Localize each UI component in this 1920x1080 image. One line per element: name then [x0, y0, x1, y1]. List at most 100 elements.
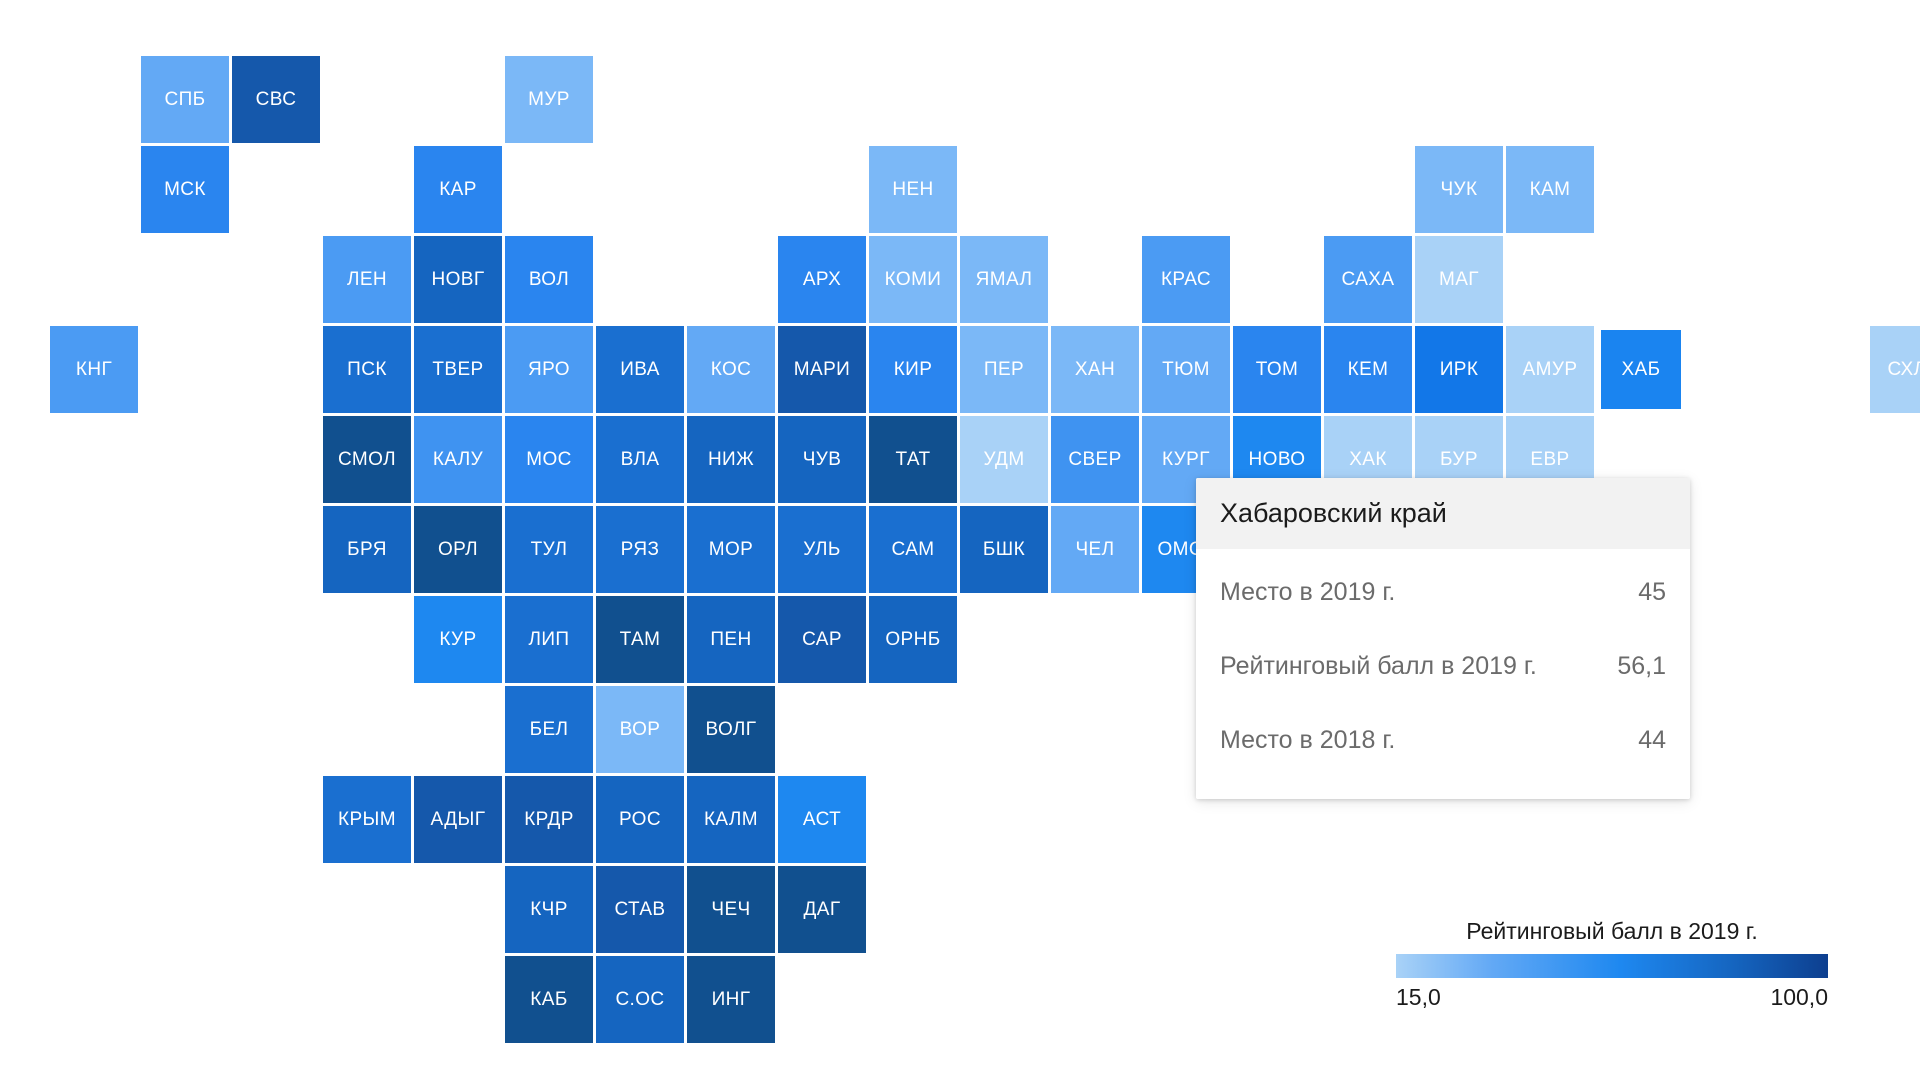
- tile-ЧУВ[interactable]: ЧУВ: [778, 416, 866, 503]
- tile-ДАГ[interactable]: ДАГ: [778, 866, 866, 953]
- tile-МАГ[interactable]: МАГ: [1415, 236, 1503, 323]
- tile-КАБ[interactable]: КАБ: [505, 956, 593, 1043]
- tile-КИР[interactable]: КИР: [869, 326, 957, 413]
- legend-max-label: 100,0: [1770, 984, 1828, 1010]
- tile-СХЛН[interactable]: СХЛН: [1870, 326, 1920, 413]
- tile-ПСК[interactable]: ПСК: [323, 326, 411, 413]
- tile-label: КАЛМ: [703, 809, 759, 830]
- tile-НОВГ[interactable]: НОВГ: [414, 236, 502, 323]
- tile-ХАН[interactable]: ХАН: [1051, 326, 1139, 413]
- tile-label: КАМ: [1529, 179, 1571, 200]
- tile-ЛЕН[interactable]: ЛЕН: [323, 236, 411, 323]
- tile-С.ОС[interactable]: С.ОС: [596, 956, 684, 1043]
- tile-ТАМ[interactable]: ТАМ: [596, 596, 684, 683]
- tile-ПЕН[interactable]: ПЕН: [687, 596, 775, 683]
- tile-СМОЛ[interactable]: СМОЛ: [323, 416, 411, 503]
- tile-РЯЗ[interactable]: РЯЗ: [596, 506, 684, 593]
- tile-ВЛА[interactable]: ВЛА: [596, 416, 684, 503]
- tile-ХАБ[interactable]: ХАБ: [1601, 330, 1681, 409]
- tile-МАРИ[interactable]: МАРИ: [778, 326, 866, 413]
- tile-label: ВОЛГ: [705, 719, 757, 740]
- tooltip-row-value: 56,1: [1617, 651, 1666, 680]
- tile-УЛЬ[interactable]: УЛЬ: [778, 506, 866, 593]
- tile-КОМИ[interactable]: КОМИ: [869, 236, 957, 323]
- tile-МОР[interactable]: МОР: [687, 506, 775, 593]
- tile-КРЫМ[interactable]: КРЫМ: [323, 776, 411, 863]
- tile-ОРЛ[interactable]: ОРЛ: [414, 506, 502, 593]
- tile-САХА[interactable]: САХА: [1324, 236, 1412, 323]
- tile-БШК[interactable]: БШК: [960, 506, 1048, 593]
- tile-ИВА[interactable]: ИВА: [596, 326, 684, 413]
- tile-КЕМ[interactable]: КЕМ: [1324, 326, 1412, 413]
- tile-МУР[interactable]: МУР: [505, 56, 593, 143]
- tile-label: УЛЬ: [803, 539, 841, 560]
- legend-min-label: 15,0: [1396, 984, 1441, 1010]
- tile-ВОЛ[interactable]: ВОЛ: [505, 236, 593, 323]
- tile-label: БШК: [982, 539, 1026, 560]
- tile-НЕН[interactable]: НЕН: [869, 146, 957, 233]
- tile-БЕЛ[interactable]: БЕЛ: [505, 686, 593, 773]
- tile-КАЛМ[interactable]: КАЛМ: [687, 776, 775, 863]
- tile-КАР[interactable]: КАР: [414, 146, 502, 233]
- tile-АСТ[interactable]: АСТ: [778, 776, 866, 863]
- tile-МОС[interactable]: МОС: [505, 416, 593, 503]
- tile-ОРНБ[interactable]: ОРНБ: [869, 596, 957, 683]
- tile-ВОЛГ[interactable]: ВОЛГ: [687, 686, 775, 773]
- tile-label: ХАН: [1074, 359, 1116, 380]
- tile-ТАТ[interactable]: ТАТ: [869, 416, 957, 503]
- tile-label: НИЖ: [707, 449, 755, 470]
- tile-ВОР[interactable]: ВОР: [596, 686, 684, 773]
- tile-АМУР[interactable]: АМУР: [1506, 326, 1594, 413]
- tile-КАЛУ[interactable]: КАЛУ: [414, 416, 502, 503]
- tile-КНГ[interactable]: КНГ: [50, 326, 138, 413]
- tile-label: ПЕН: [710, 629, 752, 650]
- tile-ЯРО[interactable]: ЯРО: [505, 326, 593, 413]
- tile-label: СВС: [255, 89, 297, 110]
- tile-НИЖ[interactable]: НИЖ: [687, 416, 775, 503]
- tile-СТАВ[interactable]: СТАВ: [596, 866, 684, 953]
- tile-label: ТАМ: [619, 629, 661, 650]
- tooltip-title: Хабаровский край: [1196, 478, 1690, 550]
- tile-label: ИВА: [620, 359, 660, 380]
- tile-ТЮМ[interactable]: ТЮМ: [1142, 326, 1230, 413]
- tile-ЧЕЛ[interactable]: ЧЕЛ: [1051, 506, 1139, 593]
- tile-УДМ[interactable]: УДМ: [960, 416, 1048, 503]
- tile-КОС[interactable]: КОС: [687, 326, 775, 413]
- tile-КЧР[interactable]: КЧР: [505, 866, 593, 953]
- tile-КУР[interactable]: КУР: [414, 596, 502, 683]
- tile-САМ[interactable]: САМ: [869, 506, 957, 593]
- tile-label: РЯЗ: [620, 539, 660, 560]
- tile-СПБ[interactable]: СПБ: [141, 56, 229, 143]
- tile-СВС[interactable]: СВС: [232, 56, 320, 143]
- tile-ЧЕЧ[interactable]: ЧЕЧ: [687, 866, 775, 953]
- tile-label: ОРНБ: [885, 629, 941, 650]
- tile-ИНГ[interactable]: ИНГ: [687, 956, 775, 1043]
- tile-label: КАР: [439, 179, 477, 200]
- tile-БРЯ[interactable]: БРЯ: [323, 506, 411, 593]
- tile-label: МУР: [528, 89, 570, 110]
- tile-ТУЛ[interactable]: ТУЛ: [505, 506, 593, 593]
- tile-АДЫГ[interactable]: АДЫГ: [414, 776, 502, 863]
- tile-label: СМОЛ: [338, 449, 396, 470]
- tile-ТОМ[interactable]: ТОМ: [1233, 326, 1321, 413]
- tile-ЧУК[interactable]: ЧУК: [1415, 146, 1503, 233]
- tile-АРХ[interactable]: АРХ: [778, 236, 866, 323]
- tile-КРАС[interactable]: КРАС: [1142, 236, 1230, 323]
- tile-САР[interactable]: САР: [778, 596, 866, 683]
- tile-КРДР[interactable]: КРДР: [505, 776, 593, 863]
- tile-label: БУР: [1440, 449, 1478, 470]
- tile-РОС[interactable]: РОС: [596, 776, 684, 863]
- tile-label: ТАТ: [895, 449, 931, 470]
- tile-ТВЕР[interactable]: ТВЕР: [414, 326, 502, 413]
- tile-ИРК[interactable]: ИРК: [1415, 326, 1503, 413]
- tile-ЛИП[interactable]: ЛИП: [505, 596, 593, 683]
- tile-СВЕР[interactable]: СВЕР: [1051, 416, 1139, 503]
- tile-ЯМАЛ[interactable]: ЯМАЛ: [960, 236, 1048, 323]
- tile-ПЕР[interactable]: ПЕР: [960, 326, 1048, 413]
- tile-label: АРХ: [802, 269, 842, 290]
- tile-КАМ[interactable]: КАМ: [1506, 146, 1594, 233]
- tile-label: ЕВР: [1530, 449, 1570, 470]
- tile-label: КРЫМ: [338, 809, 396, 830]
- tile-МСК[interactable]: МСК: [141, 146, 229, 233]
- region-tooltip: Хабаровский край Место в 2019 г. 45 Рейтин…: [1196, 478, 1690, 800]
